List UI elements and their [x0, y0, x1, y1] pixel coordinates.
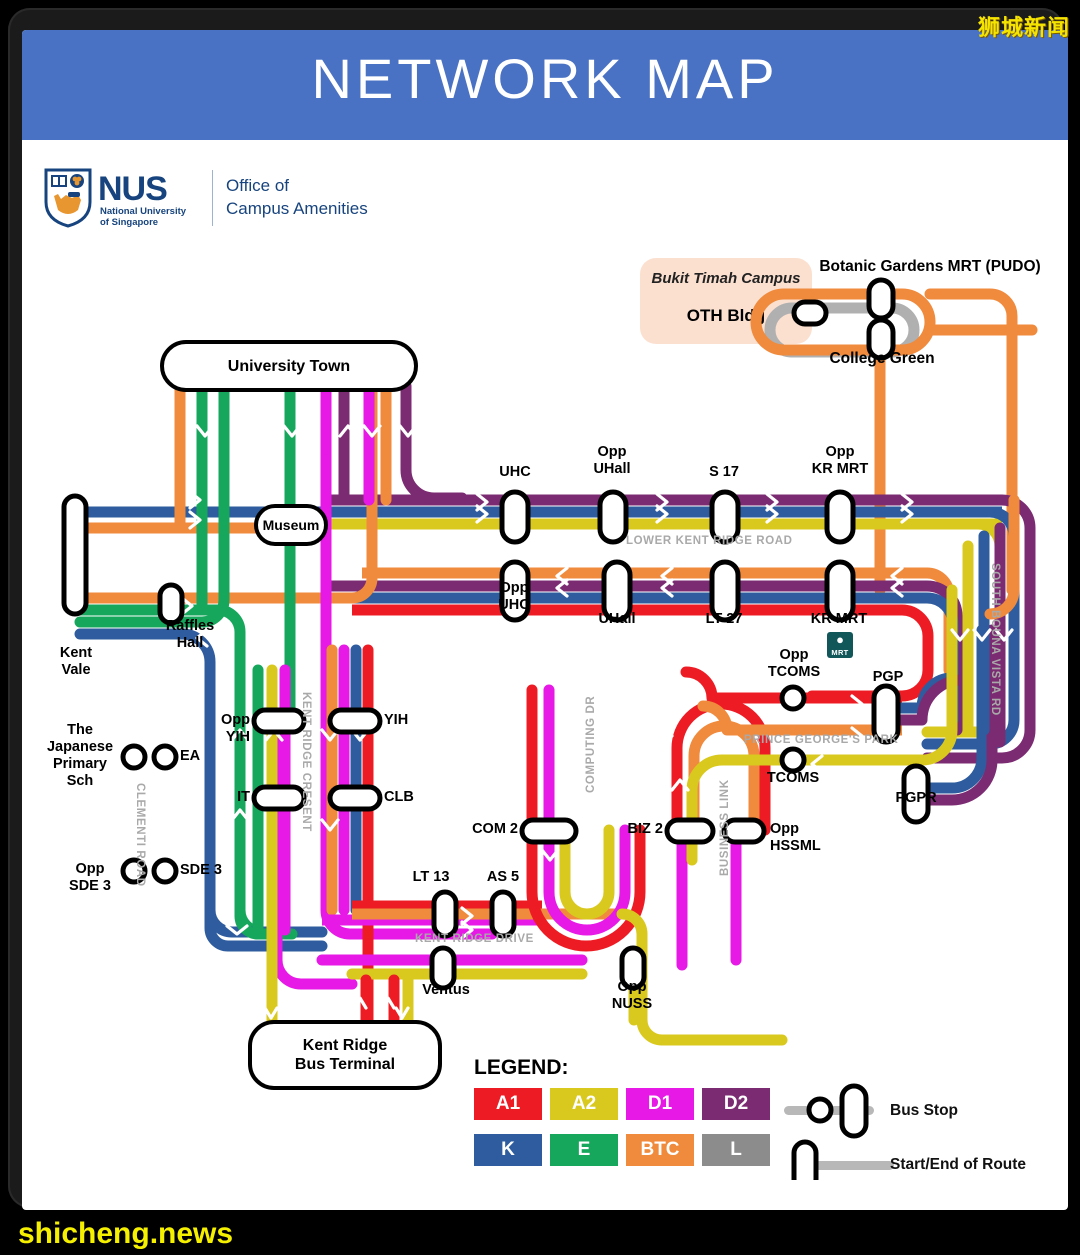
- legend-label-bus-stop: Bus Stop: [890, 1102, 959, 1119]
- stop-marker-as5: [489, 889, 517, 939]
- label-japanese-primary-sch: The Japanese Primary Sch: [46, 722, 114, 789]
- legend-chip-d1[interactable]: D1: [626, 1088, 694, 1120]
- terminal-museum[interactable]: Museum: [254, 504, 328, 546]
- start-end-capsule-icon: [791, 1139, 819, 1193]
- road-kent-ridge-cresent: KENT RIDGE CRESENT: [300, 692, 312, 832]
- train-glyph: ●: [836, 632, 844, 647]
- stop-marker-opp-kr-mrt: [824, 489, 856, 545]
- label-opp-uhc: Opp UHC: [498, 580, 530, 613]
- terminus-marker-kent-vale: [61, 493, 89, 617]
- label-pgpr: PGPR: [895, 790, 937, 806]
- label-opp-yih: Opp YIH: [221, 712, 250, 745]
- terminal-university-town[interactable]: University Town: [160, 340, 418, 392]
- label-clb: CLB: [384, 789, 414, 805]
- legend-label-start-end: Start/End of Route: [890, 1156, 1027, 1173]
- label-sde3: SDE 3: [180, 862, 222, 878]
- label-raffles-hall: Raffles Hall: [165, 618, 215, 651]
- label-lt13: LT 13: [412, 869, 450, 885]
- stop-marker-tcoms: [779, 746, 807, 774]
- label-college-green: College Green: [829, 350, 935, 367]
- label-opp-kr-mrt: Opp KR MRT: [811, 444, 869, 477]
- watermark-site: shicheng.news: [18, 1217, 234, 1250]
- bus-stop-circle-icon: [806, 1096, 834, 1124]
- terminal-university-town-label: University Town: [227, 357, 351, 375]
- label-ea: EA: [180, 748, 201, 764]
- label-com2: COM 2: [472, 821, 518, 837]
- legend-chip-a2[interactable]: A2: [550, 1088, 618, 1120]
- label-as5: AS 5: [486, 869, 520, 885]
- stop-marker-com2: [519, 817, 579, 845]
- road-south-buona-vista-rd: SOUTH BOUNA VISTA RD: [989, 563, 1001, 716]
- stop-marker-opp-uhall: [597, 489, 629, 545]
- road-lower-kent-ridge-road: LOWER KENT RIDGE ROAD: [626, 535, 793, 547]
- label-ventus: Ventus: [422, 982, 470, 998]
- stop-marker-ea: [151, 743, 179, 771]
- stop-marker-opp-yih: [251, 707, 307, 735]
- stop-marker-biz2: [664, 817, 716, 845]
- legend-title: LEGEND:: [474, 1056, 569, 1079]
- terminal-museum-label: Museum: [262, 516, 320, 533]
- legend-chip-d2[interactable]: D2: [702, 1088, 770, 1120]
- stop-marker-it: [251, 784, 307, 812]
- watermark-chinese: 狮城新闻: [977, 16, 1070, 41]
- label-botanic-gardens: Botanic Gardens MRT (PUDO): [819, 258, 1041, 275]
- label-kr-mrt: KR MRT: [810, 611, 868, 627]
- mrt-badge-icon: ● MRT: [827, 632, 853, 658]
- label-it: IT: [237, 789, 250, 805]
- stop-marker-uhc: [499, 489, 531, 545]
- legend-chip-k[interactable]: K: [474, 1134, 542, 1166]
- label-biz2: BIZ 2: [627, 821, 663, 837]
- label-uhall: UHall: [598, 611, 636, 627]
- legend-chip-a1[interactable]: A1: [474, 1088, 542, 1120]
- label-s17: S 17: [709, 464, 739, 480]
- screenshot-root: NETWORK MAP NUS National University of S…: [0, 0, 1080, 1255]
- stop-marker-japanese-primary-sch: [120, 743, 148, 771]
- legend-symbol-keys: Bus Stop Start/End of Route: [784, 1080, 1034, 1193]
- bus-stop-capsule-icon: [839, 1083, 869, 1139]
- label-opp-tcoms: Opp TCOMS: [767, 647, 821, 680]
- label-uhc: UHC: [499, 464, 531, 480]
- road-kent-ridge-drive: KENT RIDGE DRIVE: [415, 933, 534, 945]
- network-map-canvas: Bukit Timah Campus OTH Bldg .ln{fill:non…: [22, 30, 1068, 1210]
- stop-marker-yih: [327, 707, 383, 735]
- map-sheet: NETWORK MAP NUS National University of S…: [22, 30, 1068, 1210]
- mrt-badge-text: MRT: [831, 648, 849, 657]
- label-tcoms: TCOMS: [766, 770, 820, 786]
- legend-chip-e[interactable]: E: [550, 1134, 618, 1166]
- road-computing-dr: COMPUTING DR: [585, 695, 597, 793]
- road-prince-georges-park: PRINCE GEORGE'S PARK: [744, 734, 899, 746]
- stop-marker-opp-tcoms: [779, 684, 807, 712]
- terminal-kent-ridge-bus-terminal[interactable]: Kent Ridge Bus Terminal: [248, 1020, 442, 1090]
- terminal-kent-ridge-label: Kent Ridge Bus Terminal: [294, 1037, 396, 1073]
- label-opp-uhall: Opp UHall: [593, 444, 631, 477]
- legend: LEGEND: A1 A2 D1 D2 K E BTC L Bus Stop S…: [474, 1056, 1034, 1196]
- stop-marker-lt13: [431, 889, 459, 939]
- stop-marker-botanic-gardens: [866, 277, 896, 321]
- label-opp-hssml: Opp HSSML: [770, 821, 821, 854]
- label-kent-vale: Kent Vale: [59, 645, 93, 678]
- label-yih: YIH: [384, 712, 409, 728]
- legend-chip-l[interactable]: L: [702, 1134, 770, 1166]
- road-business-link: BUSINESS LINK: [719, 779, 731, 876]
- terminus-marker-oth-bldg: [791, 299, 829, 327]
- road-clementi-road: CLEMENTI ROAD: [134, 783, 146, 887]
- label-opp-nuss: Opp NUSS: [611, 979, 653, 1012]
- label-lt27: LT 27: [705, 611, 743, 627]
- device-frame: NETWORK MAP NUS National University of S…: [8, 8, 1068, 1210]
- stop-marker-sde3: [151, 857, 179, 885]
- legend-chip-btc[interactable]: BTC: [626, 1134, 694, 1166]
- label-pgp: PGP: [872, 669, 904, 685]
- stop-marker-clb: [327, 784, 383, 812]
- label-opp-sde3: Opp SDE 3: [69, 861, 111, 894]
